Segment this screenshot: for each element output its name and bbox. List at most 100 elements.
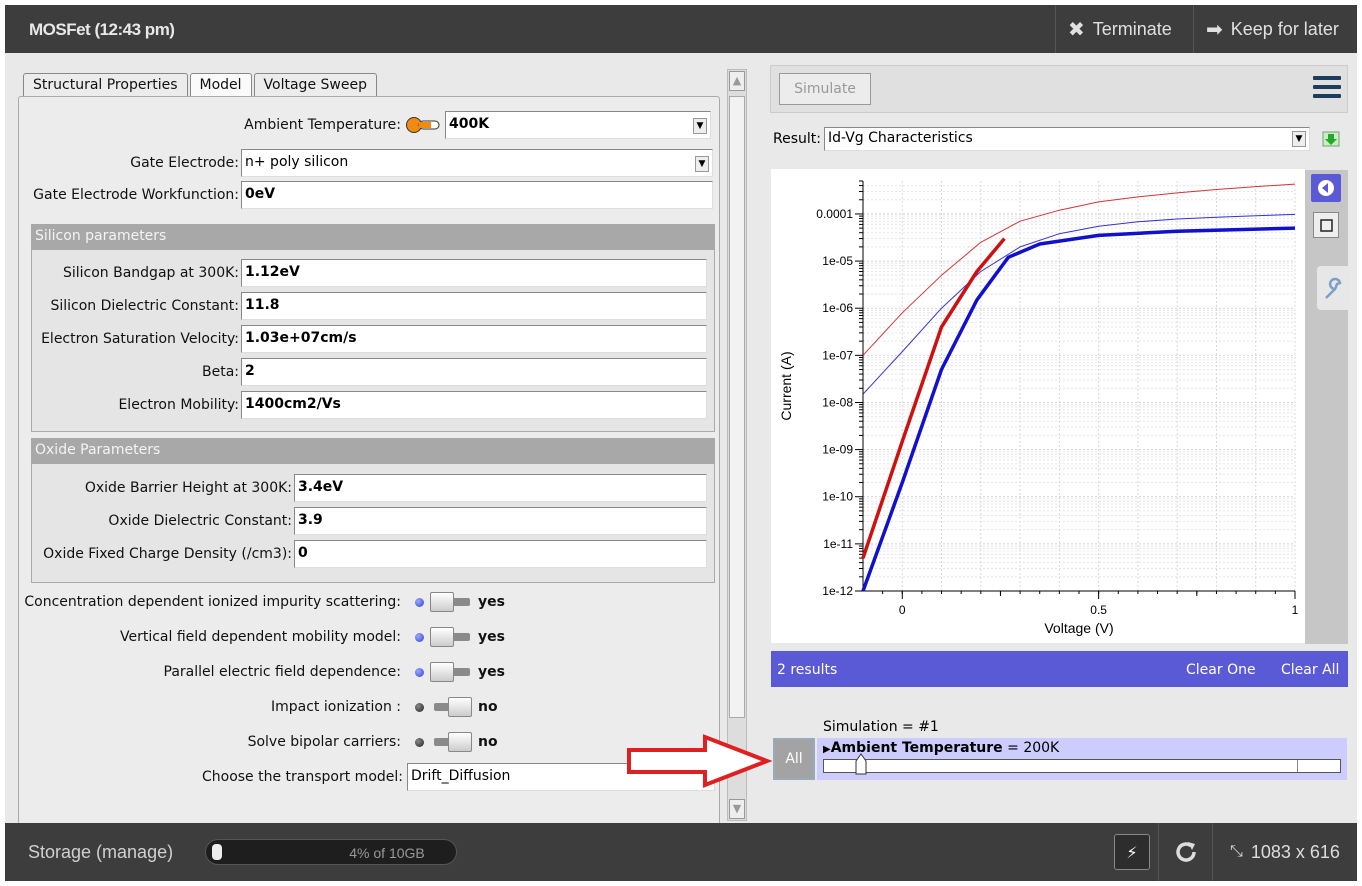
simulate-button[interactable]: Simulate	[779, 73, 871, 105]
y-tick-label: 1e-10	[822, 490, 853, 504]
status-led-icon	[415, 702, 424, 712]
status-led-icon	[415, 737, 424, 747]
left-panel-scrollbar[interactable]: ▲ ▼	[727, 69, 747, 821]
arrow-right-icon: ➡	[1206, 18, 1223, 41]
parallel-field-toggle[interactable]	[430, 662, 472, 682]
silicon-bandgap-row: Silicon Bandgap at 300K: 1.12eV	[19, 259, 707, 287]
flash-button[interactable]: ⚡	[1114, 834, 1150, 870]
ambient-temperature-value: 400K	[449, 116, 490, 132]
bipolar-carriers-state: no	[478, 734, 498, 750]
oxide-barrier-row: Oxide Barrier Height at 300K: 3.4eV	[19, 474, 707, 502]
tab-voltage-sweep[interactable]: Voltage Sweep	[253, 73, 377, 97]
clear-one-link[interactable]: Clear One	[1186, 662, 1256, 678]
electron-mobility-row: Electron Mobility: 1400cm2/Vs	[19, 391, 707, 419]
saturation-velocity-row: Electron Saturation Velocity: 1.03e+07cm…	[19, 325, 707, 353]
ambient-temperature-row: Ambient Temperature: 400K ▼	[19, 111, 713, 139]
simulate-toolbar: Simulate	[770, 65, 1348, 113]
gate-workfunction-row: Gate Electrode Workfunction: 0eV	[19, 181, 713, 209]
x-tick-label: 1	[1292, 603, 1299, 617]
close-icon: ✖	[1068, 18, 1085, 41]
impurity-scattering-state: yes	[478, 594, 505, 610]
oxide-barrier-input[interactable]: 3.4eV	[294, 474, 707, 502]
result-select[interactable]: Id-Vg Characteristics ▼	[823, 127, 1310, 151]
slider-tick	[1297, 760, 1298, 772]
chevron-down-icon: ▼	[695, 156, 709, 172]
plot-area[interactable]: 0.0001 1e-05 1e-06 1e-07 1e-08 1e-09 1e-10 1e-1…	[771, 169, 1305, 643]
vertical-field-state: yes	[478, 629, 505, 645]
download-icon[interactable]	[1320, 128, 1342, 150]
bipolar-carriers-toggle[interactable]	[430, 732, 472, 752]
electron-mobility-input[interactable]: 1400cm2/Vs	[241, 391, 707, 419]
parallel-field-state: yes	[478, 664, 505, 680]
x-tick-label: 0	[899, 603, 906, 617]
saturation-velocity-input[interactable]: 1.03e+07cm/s	[241, 325, 707, 353]
bipolar-carriers-row: Solve bipolar carriers: no	[19, 732, 498, 752]
status-led-icon	[415, 632, 424, 642]
oxide-parameters-header: Oxide Parameters	[31, 438, 715, 464]
thermometer-icon	[406, 117, 440, 133]
gate-electrode-label: Gate Electrode:	[130, 155, 239, 171]
impurity-scattering-toggle[interactable]	[430, 592, 472, 612]
result-selector-row: Result: Id-Vg Characteristics ▼	[773, 127, 1342, 151]
all-results-button[interactable]: All	[773, 738, 815, 780]
series-line-1	[862, 183, 1296, 356]
silicon-dielectric-input[interactable]: 11.8	[241, 292, 707, 320]
collapse-button[interactable]	[1311, 174, 1341, 202]
tab-bar: Structural Properties Model Voltage Swee…	[23, 73, 379, 99]
tab-structural-properties[interactable]: Structural Properties	[23, 73, 188, 97]
menu-icon[interactable]	[1313, 76, 1341, 102]
refresh-button[interactable]	[1158, 823, 1212, 881]
scroll-thumb[interactable]	[729, 96, 745, 718]
y-tick-label: 1e-06	[822, 301, 853, 315]
chevron-left-icon	[1318, 180, 1334, 196]
beta-input[interactable]: 2	[241, 358, 707, 386]
oxide-charge-input[interactable]: 0	[294, 540, 707, 568]
impact-ionization-label: Impact ionization :	[271, 699, 401, 715]
simulation-label: Simulation = #1	[823, 719, 939, 735]
chevron-down-icon: ▼	[1291, 131, 1306, 147]
impurity-scattering-row: Concentration dependent ionized impurity…	[19, 592, 505, 612]
gate-electrode-select[interactable]: n+ poly silicon ▼	[241, 149, 713, 177]
parameter-slider-handle[interactable]	[855, 753, 867, 775]
annotation-arrow	[627, 734, 773, 788]
footer-bar: Storage (manage) 4% of 10GB ⚡ ⤡ 1083 x 6…	[5, 823, 1357, 881]
parameter-slider-track[interactable]	[823, 759, 1341, 773]
silicon-parameters-header: Silicon parameters	[31, 224, 715, 250]
gate-workfunction-input[interactable]: 0eV	[241, 181, 713, 209]
storage-manage-link[interactable]: Storage (manage)	[28, 842, 173, 863]
keep-for-later-button[interactable]: ➡ Keep for later	[1193, 5, 1357, 53]
vertical-field-toggle[interactable]	[430, 627, 472, 647]
silicon-bandgap-label: Silicon Bandgap at 300K:	[62, 265, 239, 281]
window-size-readout: 1083 x 616	[1250, 841, 1340, 862]
settings-tab[interactable]	[1317, 266, 1349, 310]
parallel-field-label: Parallel electric field dependence:	[163, 664, 402, 680]
x-axis-label: Voltage (V)	[1044, 620, 1113, 636]
vertical-field-row: Vertical field dependent mobility model:…	[19, 627, 505, 647]
gate-electrode-row: Gate Electrode: n+ poly silicon ▼	[19, 149, 713, 177]
y-tick-label: 1e-08	[822, 395, 853, 409]
oxide-dielectric-label: Oxide Dielectric Constant:	[108, 513, 292, 529]
parallel-field-row: Parallel electric field dependence: yes	[19, 662, 505, 682]
ambient-temperature-select[interactable]: 400K ▼	[445, 111, 711, 139]
scroll-up-arrow-icon[interactable]: ▲	[729, 71, 745, 91]
beta-row: Beta: 2	[19, 358, 707, 386]
clear-all-link[interactable]: Clear All	[1281, 662, 1339, 678]
window-title: MOSFet (12:43 pm)	[29, 20, 175, 39]
terminate-button[interactable]: ✖ Terminate	[1055, 5, 1193, 53]
scroll-down-arrow-icon[interactable]: ▼	[729, 799, 745, 819]
storage-meter: 4% of 10GB	[205, 839, 457, 865]
resize-icon: ⤡	[1230, 843, 1243, 860]
zoom-reset-button[interactable]	[1313, 212, 1339, 238]
flash-button-wrap: ⚡	[1106, 823, 1158, 881]
results-bar: 2 results Clear One Clear All	[771, 651, 1348, 687]
y-tick-label: 0.0001	[816, 207, 853, 221]
window-size-control[interactable]: ⤡ 1083 x 616	[1212, 823, 1357, 881]
plot-tools-sidebar	[1305, 170, 1349, 644]
y-tick-label: 1e-07	[822, 348, 853, 362]
result-select-value: Id-Vg Characteristics	[827, 130, 973, 146]
silicon-bandgap-input[interactable]: 1.12eV	[241, 259, 707, 287]
keep-label: Keep for later	[1230, 18, 1339, 39]
oxide-dielectric-input[interactable]: 3.9	[294, 507, 707, 535]
impact-ionization-toggle[interactable]	[430, 697, 472, 717]
triangle-right-icon: ▶	[823, 744, 831, 755]
